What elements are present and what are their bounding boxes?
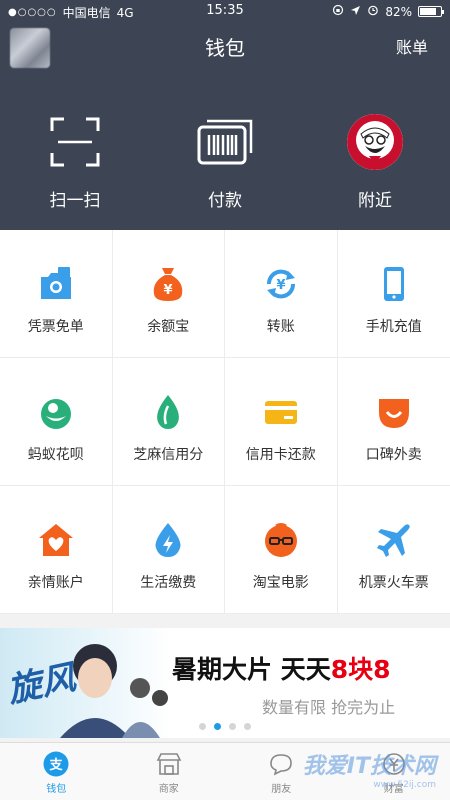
grid-item-sesame[interactable]: 芝麻信用分 [112,358,225,486]
site-watermark: 我爱IT技术网 www.52ij.com [303,748,436,790]
page-title: 钱包 [205,36,245,60]
service-grid: 凭票免单 ¥ 余额宝 ¥ 转账 手机充值 蚂蚁花呗 芝麻信用分 信用卡还款 口碑… [0,230,450,614]
grid-label: 信用卡还款 [245,447,316,463]
grid-item-yuebao[interactable]: ¥ 余额宝 [112,230,225,358]
promo-banner[interactable]: 旋风 暑期大片 天天8块8 数量有限 抢完为止 [0,628,450,738]
grid-item-transfer[interactable]: ¥ 转账 [225,230,338,358]
battery-icon [418,6,444,17]
transfer-icon: ¥ [261,264,301,304]
barcode-pay-icon [193,110,257,174]
banner-title-main: 暑期大片 天天 [172,655,331,684]
grid-label: 芝麻信用分 [133,447,204,463]
banner-subtitle: 数量有限 抢完为止 [262,698,396,717]
watermark-text: 我爱IT技术网 [302,754,436,779]
grid-item-huabei[interactable]: 蚂蚁花呗 [0,358,113,486]
phone-icon [374,264,414,304]
wallet-header: ●○○○○ 中国电信 4G 15:35 82% 钱包 账单 扫一扫 付款 附近 [0,0,450,230]
ticket-camera-icon [36,264,76,304]
status-bar: ●○○○○ 中国电信 4G 15:35 82% [0,0,450,22]
huabei-icon [36,392,76,432]
banner-movie-poster: 旋风 [0,628,170,738]
grid-item-ticket[interactable]: 凭票免单 [0,230,113,358]
shop-tab-icon [155,750,183,778]
quick-pay[interactable]: 付款 [150,100,300,211]
grid-label: 转账 [266,319,295,335]
pager-dot[interactable] [229,723,236,730]
pager-dot[interactable] [199,723,206,730]
battery-percent: 82% [385,4,412,19]
pager-dot[interactable] [244,723,251,730]
banner-title: 暑期大片 天天8块8 [172,650,391,686]
tab-wallet[interactable]: 支 钱包 [0,743,113,800]
nav-bar: 钱包 账单 [0,22,450,72]
grid-item-family-account[interactable]: 亲情账户 [0,486,113,614]
alarm-icon [367,4,379,19]
grid-label: 手机充值 [365,319,422,335]
credit-card-icon [261,392,301,432]
tab-label: 钱包 [46,784,67,795]
pager-dot-active[interactable] [214,723,221,730]
family-house-icon [36,520,76,560]
tab-bar: 支 钱包 商家 朋友 财富 我爱IT技术网 www.52ij.com [0,742,450,800]
bill-button[interactable]: 账单 [396,34,428,58]
utility-drop-icon [148,520,188,560]
banner-pager [0,723,450,730]
takeout-icon [374,392,414,432]
kfc-logo [347,114,403,170]
grid-label: 凭票免单 [27,319,84,335]
banner-art-text: 旋风 [3,657,81,711]
grid-item-utilities[interactable]: 生活缴费 [112,486,225,614]
lock-rotation-icon [332,4,344,19]
quick-scan-label: 扫一扫 [49,191,101,211]
scan-icon [43,110,107,174]
quick-pay-label: 付款 [208,191,242,211]
grid-label: 口碑外卖 [365,447,422,463]
friends-tab-icon [267,750,295,778]
quick-nearby[interactable]: 附近 [300,100,450,211]
grid-label: 亲情账户 [27,575,84,591]
tab-shop[interactable]: 商家 [113,743,226,800]
grid-label: 淘宝电影 [252,575,309,591]
plane-icon [374,520,414,560]
banner-title-highlight: 8块8 [330,655,391,684]
grid-item-taobao-movie[interactable]: 淘宝电影 [225,486,338,614]
quick-actions: 扫一扫 付款 附近 [0,100,450,211]
grid-item-credit-card[interactable]: 信用卡还款 [225,358,338,486]
tab-label: 商家 [158,784,179,795]
grid-label: 蚂蚁花呗 [27,447,84,463]
quick-scan[interactable]: 扫一扫 [0,100,150,211]
grid-label: 机票火车票 [358,575,429,591]
money-bag-icon: ¥ [148,264,188,304]
wallet-tab-icon: 支 [42,750,70,778]
svg-text:支: 支 [49,757,64,773]
grid-label: 生活缴费 [140,575,197,591]
grid-item-phone-topup[interactable]: 手机充值 [337,230,450,358]
location-icon [350,5,361,19]
grid-item-tickets[interactable]: 机票火车票 [337,486,450,614]
grid-item-takeout[interactable]: 口碑外卖 [337,358,450,486]
watermark-url: www.52ij.com [373,780,436,790]
quick-nearby-label: 附近 [358,191,392,211]
sesame-icon [148,392,188,432]
svg-text:¥: ¥ [164,283,173,298]
movie-icon [261,520,301,560]
svg-text:¥: ¥ [276,278,285,293]
grid-label: 余额宝 [147,319,190,335]
